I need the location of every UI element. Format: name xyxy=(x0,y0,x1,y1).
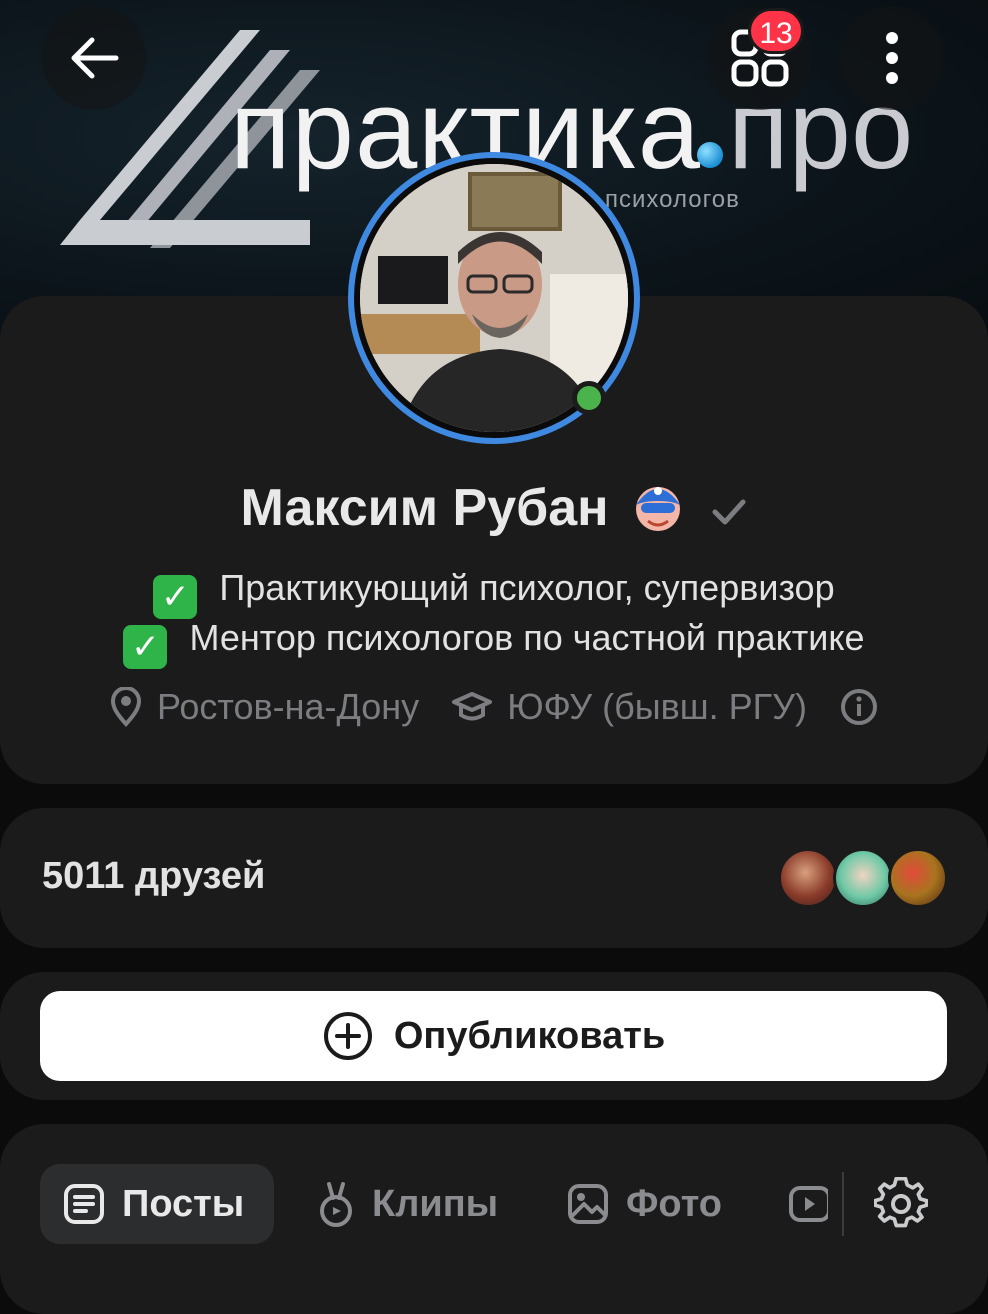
profile-name-row: Максим Рубан xyxy=(0,475,988,541)
publish-button[interactable]: Опубликовать xyxy=(40,991,947,1081)
profile-city: Ростов-на-Дону xyxy=(156,686,420,727)
tab-clips-label: Клипы xyxy=(372,1182,499,1225)
posts-icon xyxy=(64,1184,104,1224)
info-icon[interactable] xyxy=(839,687,879,727)
logo-subtitle: психологов xyxy=(605,186,740,213)
notification-badge: 13 xyxy=(748,8,804,54)
online-indicator xyxy=(572,381,606,415)
checkmark-icon xyxy=(712,499,746,525)
logo-dot xyxy=(697,142,723,168)
plus-circle-icon xyxy=(323,1012,372,1060)
friend-avatar xyxy=(833,848,893,908)
tabs-divider xyxy=(842,1172,844,1236)
friends-count[interactable]: 5011 друзей xyxy=(42,855,265,898)
friend-avatar xyxy=(778,848,838,908)
profile-education: ЮФУ (бывш. РГУ) xyxy=(507,686,808,727)
graduation-cap-icon xyxy=(452,692,493,721)
friend-avatar xyxy=(888,848,948,908)
tab-photo-label: Фото xyxy=(626,1182,723,1225)
video-icon xyxy=(789,1186,828,1222)
tab-posts[interactable]: Посты xyxy=(40,1164,274,1244)
tabs-settings-button[interactable] xyxy=(874,1164,928,1244)
status-line-1: ✓ Практикующий психолог, супервизор xyxy=(0,564,988,619)
location-pin-icon xyxy=(110,687,141,727)
more-button[interactable] xyxy=(840,6,944,110)
profile-name: Максим Рубан xyxy=(240,479,609,537)
status-text-1: Практикующий психолог, супервизор xyxy=(219,567,835,608)
gear-icon xyxy=(874,1177,928,1228)
check-box-icon: ✓ xyxy=(123,625,168,669)
clips-icon xyxy=(320,1182,352,1227)
profile-info-row[interactable]: Ростов-на-Дону ЮФУ (бывш. РГУ) xyxy=(0,682,988,732)
more-vertical-icon xyxy=(886,32,898,84)
arrow-left-icon xyxy=(71,37,119,79)
photo-icon xyxy=(568,1184,608,1224)
publish-label: Опубликовать xyxy=(393,1014,666,1057)
tab-video[interactable] xyxy=(788,1164,828,1244)
status-line-2: ✓ Ментор психологов по частной практике xyxy=(0,614,988,669)
check-box-icon: ✓ xyxy=(153,575,198,619)
superhero-emoji-icon xyxy=(636,487,681,531)
status-text-2: Ментор психологов по частной практике xyxy=(189,617,865,658)
tab-posts-label: Посты xyxy=(122,1182,245,1225)
back-button[interactable] xyxy=(42,6,146,110)
tab-photo[interactable]: Фото xyxy=(566,1164,722,1244)
tab-clips[interactable]: Клипы xyxy=(316,1164,498,1244)
